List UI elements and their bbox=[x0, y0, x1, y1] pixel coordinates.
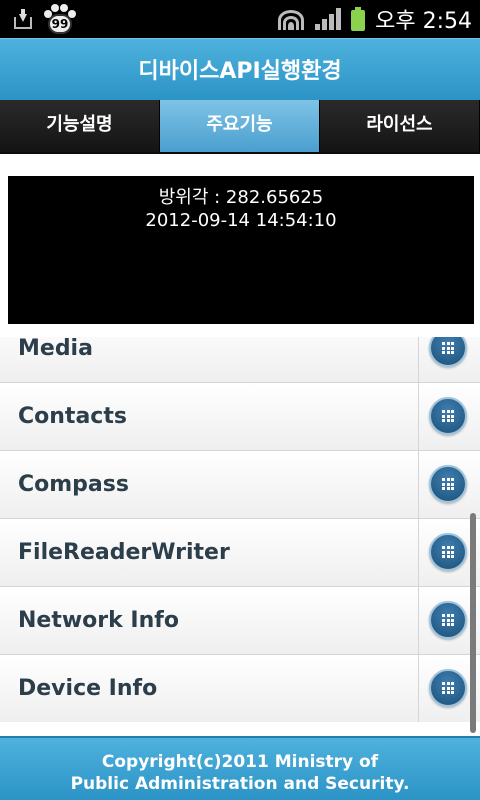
footer-line-2: Public Administration and Security. bbox=[70, 774, 410, 794]
divider bbox=[418, 337, 419, 382]
divider bbox=[418, 383, 419, 450]
open-network-info-button[interactable] bbox=[429, 601, 467, 639]
status-clock: 오후 2:54 bbox=[375, 9, 472, 34]
open-contacts-button[interactable] bbox=[429, 397, 467, 435]
footer-line-1: Copyright(c)2011 Ministry of bbox=[101, 752, 379, 772]
divider bbox=[418, 519, 419, 586]
open-media-button[interactable] bbox=[429, 337, 467, 367]
tab-main-features[interactable]: 주요기능 bbox=[160, 100, 320, 152]
tab-bar: 기능설명 주요기능 라이선스 bbox=[0, 100, 480, 154]
feature-list[interactable]: Media Contacts Compass FileReaderWriter bbox=[0, 337, 480, 722]
grid-icon bbox=[442, 410, 454, 422]
list-item-media[interactable]: Media bbox=[0, 337, 480, 383]
list-item-compass[interactable]: Compass bbox=[0, 451, 480, 519]
page-title: 디바이스API실행환경 bbox=[138, 59, 342, 84]
list-item-device-info[interactable]: Device Info bbox=[0, 655, 480, 722]
list-item-label: Contacts bbox=[18, 404, 127, 429]
list-item-label: Compass bbox=[18, 472, 129, 497]
status-bar: 99 오후 2:54 bbox=[0, 0, 480, 38]
open-filereaderwriter-button[interactable] bbox=[429, 533, 467, 571]
tab-license[interactable]: 라이선스 bbox=[320, 100, 480, 152]
list-item-contacts[interactable]: Contacts bbox=[0, 383, 480, 451]
grid-icon bbox=[442, 614, 454, 626]
list-item-label: Device Info bbox=[18, 676, 158, 701]
list-scrollbar[interactable] bbox=[470, 513, 476, 733]
list-item-filereaderwriter[interactable]: FileReaderWriter bbox=[0, 519, 480, 587]
app-header: 디바이스API실행환경 bbox=[0, 38, 480, 100]
grid-icon bbox=[442, 342, 454, 354]
azimuth-readout: 방위각 : 282.65625 bbox=[158, 187, 324, 208]
divider bbox=[418, 655, 419, 722]
notification-badge: 99 bbox=[48, 14, 72, 34]
download-icon bbox=[12, 9, 34, 31]
divider bbox=[418, 587, 419, 654]
divider bbox=[418, 451, 419, 518]
feature-list-content: Media Contacts Compass FileReaderWriter bbox=[0, 337, 480, 722]
grid-icon bbox=[442, 478, 454, 490]
timestamp-readout: 2012-09-14 14:54:10 bbox=[145, 210, 337, 231]
battery-icon bbox=[351, 7, 366, 31]
grid-icon bbox=[442, 546, 454, 558]
open-compass-button[interactable] bbox=[429, 465, 467, 503]
copyright-footer: Copyright(c)2011 Ministry of Public Admi… bbox=[0, 736, 480, 800]
status-bar-left: 99 bbox=[12, 4, 76, 36]
compass-readout-panel: 방위각 : 282.65625 2012-09-14 14:54:10 bbox=[8, 176, 474, 324]
tab-description[interactable]: 기능설명 bbox=[0, 100, 160, 152]
open-device-info-button[interactable] bbox=[429, 669, 467, 707]
signal-icon bbox=[315, 8, 342, 30]
list-item-network-info[interactable]: Network Info bbox=[0, 587, 480, 655]
list-item-label: FileReaderWriter bbox=[18, 540, 230, 565]
grid-icon bbox=[442, 682, 454, 694]
paw-notification-icon: 99 bbox=[42, 4, 76, 36]
list-item-label: Network Info bbox=[18, 608, 179, 633]
wifi-icon bbox=[277, 8, 305, 30]
list-item-label: Media bbox=[18, 337, 93, 361]
status-bar-right: 오후 2:54 bbox=[277, 0, 472, 38]
